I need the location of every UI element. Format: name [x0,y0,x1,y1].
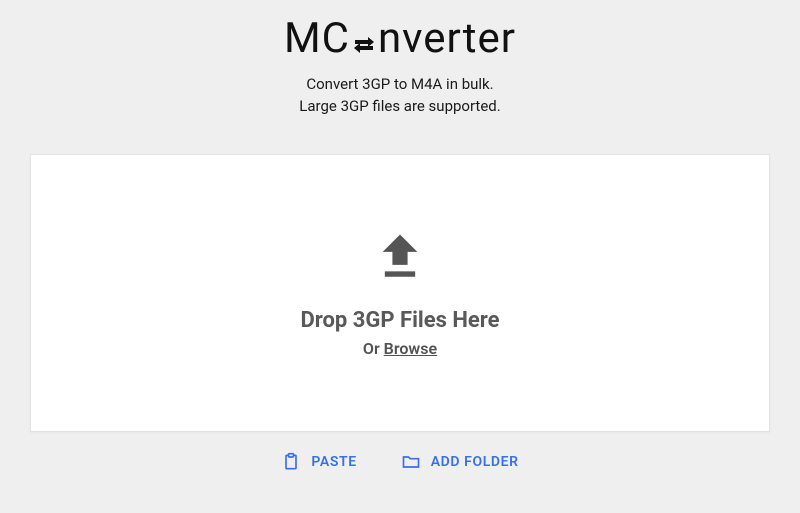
subtitle-line2: Large 3GP files are supported. [299,96,500,118]
folder-icon [401,452,421,472]
paste-button[interactable]: PASTE [281,452,356,472]
logo-text-post: nverter [378,18,516,60]
paste-label: PASTE [311,454,356,470]
browse-link[interactable]: Browse [384,339,437,358]
logo-text-pre: MC [284,18,350,60]
swap-icon [351,32,377,58]
add-folder-label: ADD FOLDER [431,454,519,470]
app-logo: MC nverter [284,18,516,60]
file-dropzone[interactable]: Drop 3GP Files Here Or Browse [30,154,770,432]
action-row: PASTE ADD FOLDER [281,452,518,472]
dropzone-or: Or [363,339,384,358]
add-folder-button[interactable]: ADD FOLDER [401,452,519,472]
clipboard-icon [281,452,301,472]
subtitle-line1: Convert 3GP to M4A in bulk. [299,74,500,96]
dropzone-or-row: Or Browse [363,339,437,358]
upload-icon [374,228,426,280]
page-subtitle: Convert 3GP to M4A in bulk. Large 3GP fi… [299,74,500,118]
dropzone-heading: Drop 3GP Files Here [300,308,499,333]
